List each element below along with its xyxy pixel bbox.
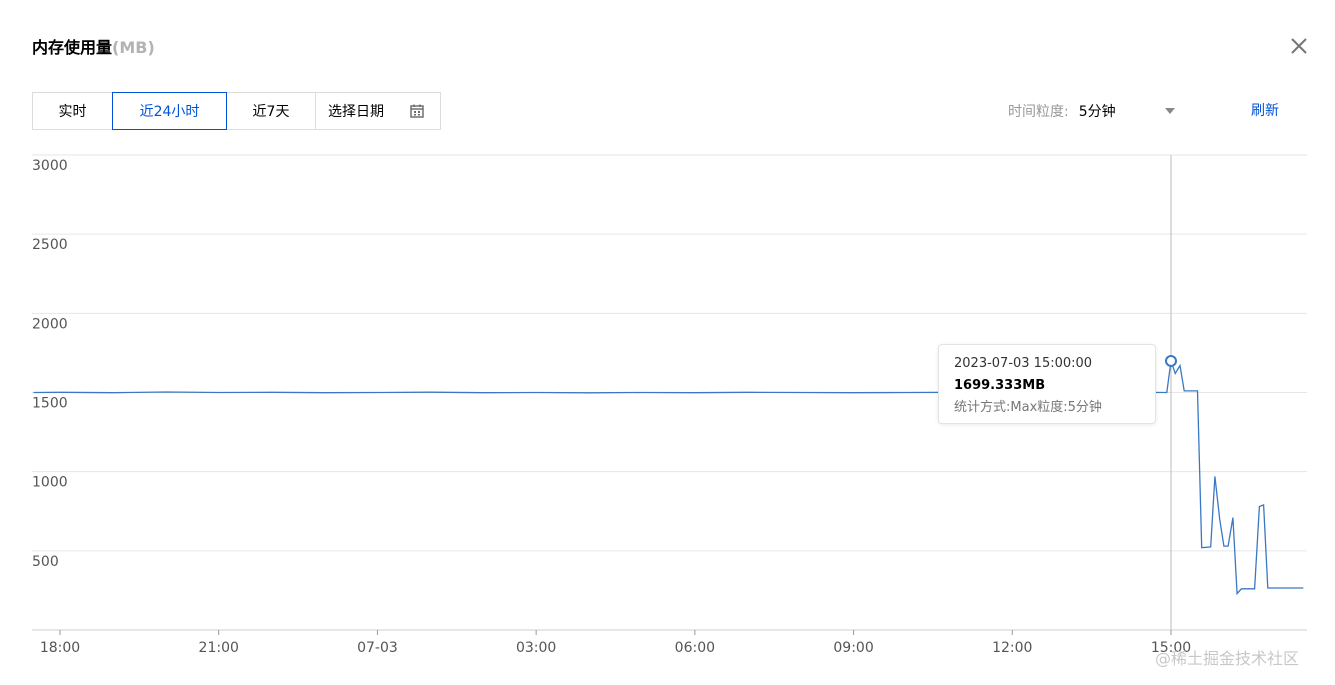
time-range-tabs: 实时 近24小时 近7天 选择日期 bbox=[32, 92, 441, 130]
tab-last-7d-label: 近7天 bbox=[252, 104, 290, 120]
tab-last-7d[interactable]: 近7天 bbox=[226, 92, 316, 130]
tab-last-24h-label: 近24小时 bbox=[139, 104, 200, 120]
tooltip-value: 1699.333MB bbox=[954, 378, 1046, 393]
y-tick-label: 2000 bbox=[32, 316, 68, 332]
y-tick-label: 2500 bbox=[32, 237, 68, 253]
x-tick-label: 12:00 bbox=[992, 640, 1032, 656]
x-tick-label: 06:00 bbox=[675, 640, 715, 656]
tab-realtime[interactable]: 实时 bbox=[32, 92, 113, 130]
tooltip-time: 2023-07-03 15:00:00 bbox=[954, 356, 1093, 371]
watermark: @稀土掘金技术社区 bbox=[1155, 649, 1300, 668]
panel-title-unit: (MB) bbox=[112, 38, 155, 57]
panel-title: 内存使用量(MB) bbox=[32, 34, 155, 58]
close-icon[interactable] bbox=[1287, 34, 1311, 58]
chevron-down-icon[interactable] bbox=[1164, 108, 1175, 114]
panel-title-text: 内存使用量 bbox=[32, 38, 113, 57]
y-tick-label: 500 bbox=[32, 554, 59, 570]
tooltip-stat: 统计方式:Max粒度:5分钟 bbox=[954, 400, 1102, 415]
x-tick-label: 03:00 bbox=[516, 640, 556, 656]
tab-realtime-label: 实时 bbox=[58, 104, 87, 120]
granularity-selector: 时间粒度: 5分钟 bbox=[1008, 100, 1175, 122]
calendar-icon bbox=[410, 104, 424, 118]
tab-last-24h[interactable]: 近24小时 bbox=[112, 92, 227, 130]
tab-select-date-label: 选择日期 bbox=[328, 104, 384, 120]
x-tick-label: 07-03 bbox=[357, 640, 398, 656]
x-tick-label: 21:00 bbox=[199, 640, 239, 656]
y-tick-label: 1500 bbox=[32, 396, 68, 412]
x-axis-labels: 18:00 21:00 07-03 03:00 06:00 09:00 12:00 15:00 bbox=[40, 630, 1191, 656]
chart-tooltip: 2023-07-03 15:00:00 1699.333MB 统计方式:Max粒… bbox=[938, 344, 1156, 424]
tab-select-date[interactable]: 选择日期 bbox=[315, 92, 441, 130]
x-tick-label: 09:00 bbox=[833, 640, 873, 656]
refresh-button[interactable]: 刷新 bbox=[1251, 100, 1279, 120]
highlight-point bbox=[1165, 354, 1177, 367]
y-axis-labels: 3000 2500 2000 1500 1000 500 bbox=[32, 158, 68, 570]
granularity-label: 时间粒度: bbox=[1008, 104, 1069, 120]
y-tick-label: 1000 bbox=[32, 475, 68, 491]
granularity-select[interactable]: 5分钟 bbox=[1079, 101, 1165, 121]
x-tick-label: 18:00 bbox=[40, 640, 80, 656]
y-tick-label: 3000 bbox=[32, 158, 68, 174]
